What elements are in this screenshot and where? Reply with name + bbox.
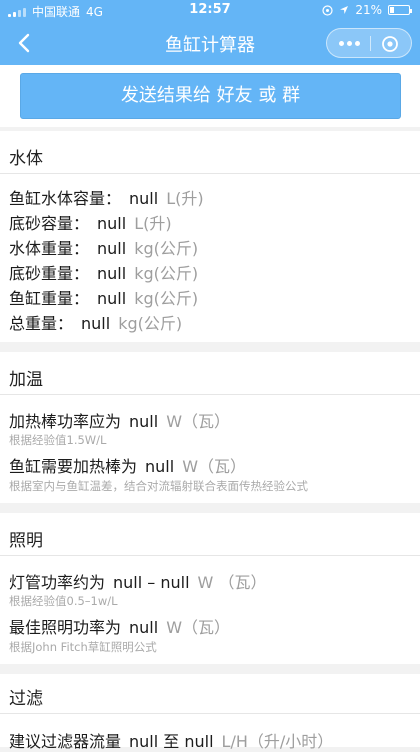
row-label: 鱼缸需要加热棒为 — [9, 457, 138, 476]
row-note: 根据John Fitch草缸照明公式 — [9, 640, 157, 654]
navigation-arrow-icon — [340, 6, 349, 14]
row-value: null – null — [113, 573, 190, 592]
row-value: null — [129, 412, 159, 431]
row-unit: W（瓦） — [182, 457, 247, 476]
row-unit: kg(公斤) — [134, 264, 199, 283]
heater-power-row: 加热棒功率应为 null W（瓦） — [9, 408, 230, 432]
row-label: 总重量： — [9, 314, 74, 333]
row-value: null — [97, 289, 127, 308]
heater-required-row: 鱼缸需要加热棒为 null W（瓦） — [9, 453, 246, 477]
battery-icon — [388, 5, 412, 15]
water-volume-row: 鱼缸水体容量： null L(升) — [9, 185, 204, 209]
row-label: 底砂容量： — [9, 214, 90, 233]
row-unit: W（瓦） — [166, 412, 231, 431]
row-value: null — [145, 457, 175, 476]
divider — [0, 713, 420, 714]
divider — [0, 555, 420, 556]
row-value: null — [97, 239, 127, 258]
section-title: 照明 — [9, 531, 43, 551]
row-unit: kg(公斤) — [134, 239, 199, 258]
row-unit: L/H（升/小时） — [221, 732, 334, 751]
divider — [0, 394, 420, 395]
filter-flow-row: 建议过滤器流量 null 至 null L/H（升/小时） — [9, 728, 333, 752]
divider — [0, 173, 420, 174]
row-unit: L(升) — [134, 214, 172, 233]
water-weight-row: 水体重量： null kg(公斤) — [9, 235, 198, 259]
row-value: null 至 null — [129, 732, 214, 751]
section-heating: 加温 加热棒功率应为 null W（瓦） 根据经验值1.5W/L 鱼缸需要加热棒为 n… — [0, 352, 420, 503]
row-value: null — [97, 264, 127, 283]
capsule-divider — [370, 36, 371, 51]
lamp-power-row: 灯管功率约为 null – null W （瓦） — [9, 569, 266, 593]
location-icon — [322, 4, 333, 16]
section-title: 过滤 — [9, 689, 43, 709]
section-filter: 过滤 建议过滤器流量 null 至 null L/H（升/小时） — [0, 674, 420, 751]
row-value: null — [129, 189, 159, 208]
total-weight-row: 总重量： null kg(公斤) — [9, 310, 182, 334]
best-lighting-row: 最佳照明功率为 null W（瓦） — [9, 614, 230, 638]
row-value: null — [81, 314, 111, 333]
tank-weight-row: 鱼缸重量： null kg(公斤) — [9, 285, 198, 309]
row-label: 加热棒功率应为 — [9, 412, 122, 431]
row-value: null — [129, 618, 159, 637]
row-unit: L(升) — [166, 189, 204, 208]
close-target-icon[interactable] — [381, 35, 399, 53]
row-note: 根据经验值1.5W/L — [9, 433, 107, 447]
navigation-bar: 鱼缸计算器 — [0, 22, 420, 65]
row-label: 建议过滤器流量 — [9, 732, 122, 751]
row-unit: kg(公斤) — [134, 289, 199, 308]
battery-percent: 21% — [355, 3, 382, 17]
section-title: 加温 — [9, 370, 43, 390]
row-unit: W （瓦） — [197, 573, 267, 592]
share-result-button[interactable]: 发送结果给 好友 或 群 — [20, 73, 401, 119]
row-label: 灯管功率约为 — [9, 573, 106, 592]
row-label: 底砂重量： — [9, 264, 90, 283]
row-unit: kg(公斤) — [118, 314, 183, 333]
section-lighting: 照明 灯管功率约为 null – null W （瓦） 根据经验值0.5–1w/L … — [0, 513, 420, 664]
row-note: 根据室内与鱼缸温差，结合对流辐射联合表面传热经验公式 — [9, 479, 308, 493]
row-label: 最佳照明功率为 — [9, 618, 122, 637]
status-bar: 中国联通 4G 12:57 21% — [0, 0, 420, 22]
section-water: 水体 鱼缸水体容量： null L(升) 底砂容量： null L(升) 水体重量： nu… — [0, 131, 420, 342]
row-value: null — [97, 214, 127, 233]
sand-volume-row: 底砂容量： null L(升) — [9, 210, 172, 234]
row-label: 鱼缸水体容量： — [9, 189, 122, 208]
row-unit: W（瓦） — [166, 618, 231, 637]
row-note: 根据经验值0.5–1w/L — [9, 594, 118, 608]
more-icon[interactable] — [339, 37, 363, 49]
mini-program-capsule — [326, 28, 412, 58]
row-label: 鱼缸重量： — [9, 289, 90, 308]
sand-weight-row: 底砂重量： null kg(公斤) — [9, 260, 198, 284]
row-label: 水体重量： — [9, 239, 90, 258]
section-title: 水体 — [9, 149, 43, 169]
